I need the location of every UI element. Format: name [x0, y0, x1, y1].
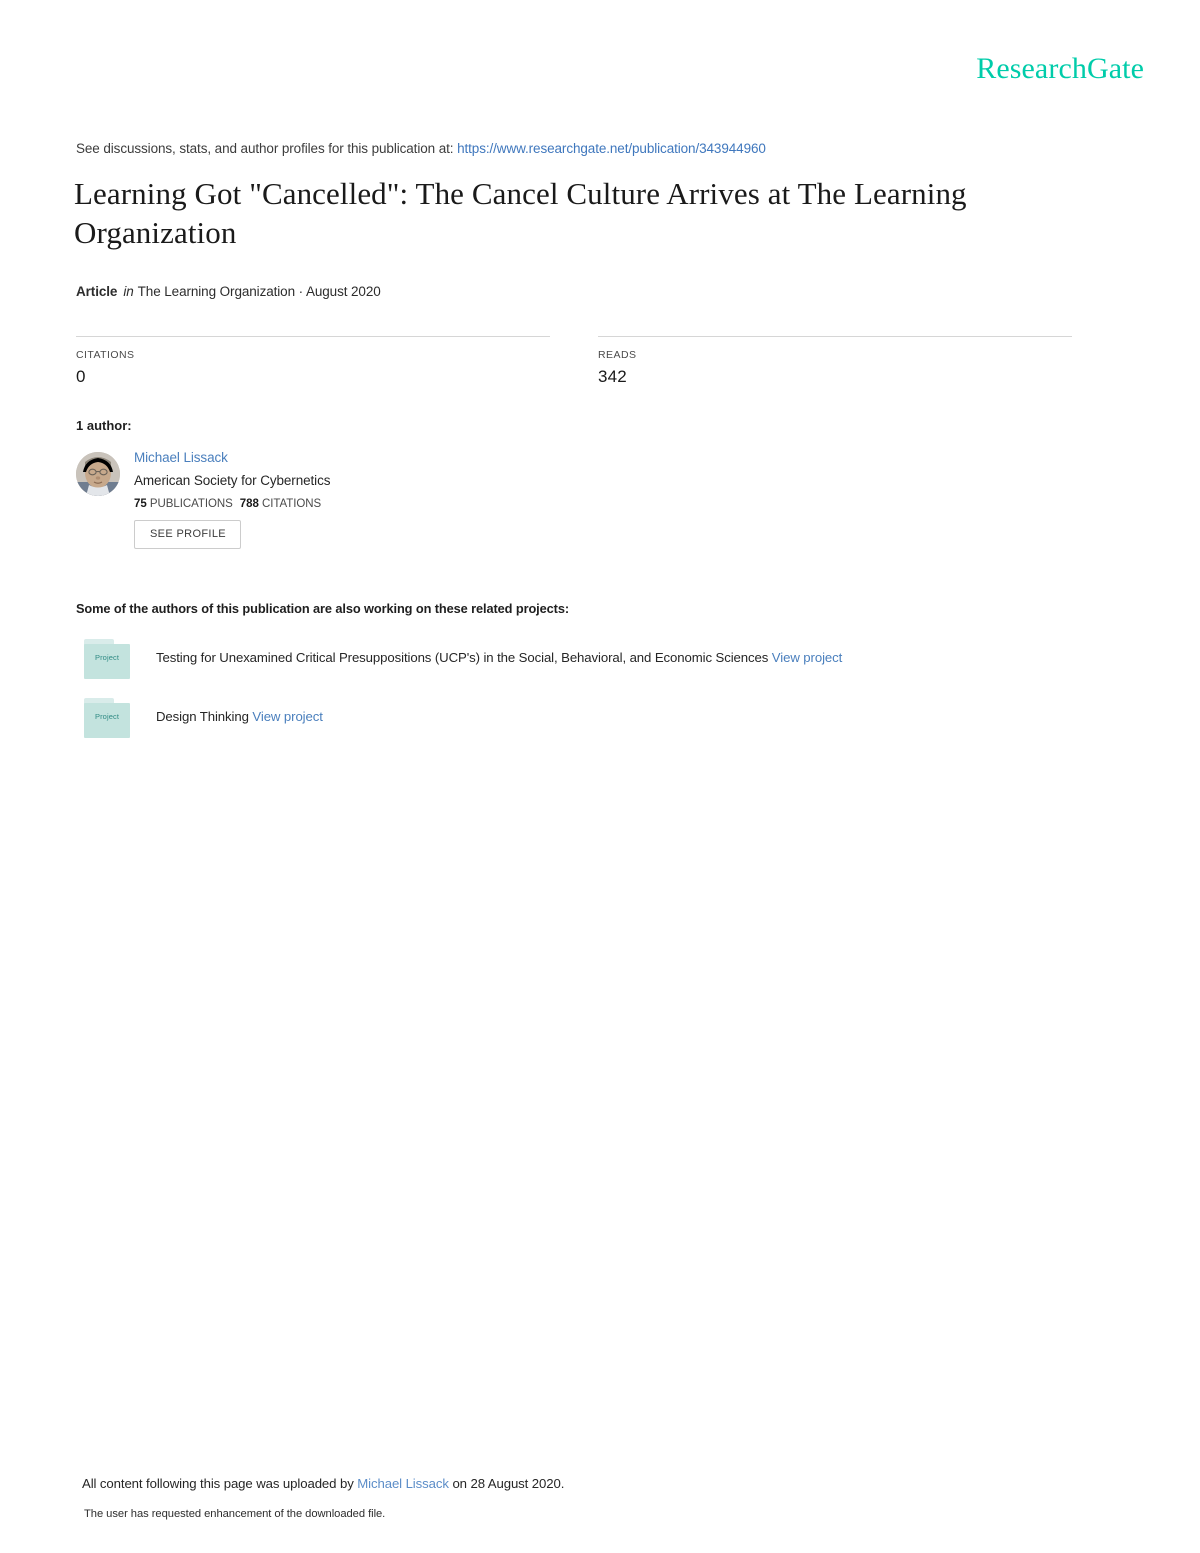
- researchgate-cover-page: ResearchGate See discussions, stats, and…: [0, 0, 1200, 1553]
- author-affiliation: American Society for Cybernetics: [134, 473, 331, 488]
- upload-prefix-text: All content following this page was uplo…: [82, 1476, 354, 1491]
- article-type-label: Article: [76, 284, 118, 299]
- publication-discussion-line: See discussions, stats, and author profi…: [76, 141, 766, 156]
- project-row: Project Design Thinking View project: [76, 698, 1036, 742]
- author-citations-label: CITATIONS: [261, 498, 322, 511]
- project-folder-icon: Project: [84, 698, 130, 738]
- project-folder-icon: Project: [84, 639, 130, 679]
- project-text: Design Thinking View project: [156, 709, 323, 724]
- uploader-name-link[interactable]: Michael Lissack: [357, 1476, 449, 1491]
- publication-url-link[interactable]: https://www.researchgate.net/publication…: [457, 141, 766, 156]
- stat-citations: CITATIONS 0: [76, 336, 550, 387]
- researchgate-logo: ResearchGate: [976, 52, 1144, 85]
- discussion-prefix-text: See discussions, stats, and author profi…: [76, 141, 454, 156]
- project-title: Design Thinking: [156, 709, 249, 724]
- author-stats: 75 PUBLICATIONS 788 CITATIONS: [134, 498, 676, 510]
- stat-divider: [76, 336, 550, 337]
- article-in-word: in: [123, 284, 134, 299]
- avatar: [76, 452, 120, 496]
- article-venue-label: The Learning Organization · August 2020: [137, 284, 381, 299]
- upload-attribution: All content following this page was uplo…: [82, 1476, 564, 1491]
- project-text: Testing for Unexamined Critical Presuppo…: [156, 650, 842, 665]
- article-meta: Article in The Learning Organization · Aug…: [76, 284, 381, 299]
- authors-heading: 1 author:: [76, 418, 132, 433]
- project-row: Project Testing for Unexamined Critical …: [76, 639, 1036, 683]
- author-citations-count: 788: [239, 498, 259, 511]
- enhancement-note: The user has requested enhancement of th…: [84, 1508, 386, 1520]
- author-publications-label: PUBLICATIONS: [149, 498, 233, 511]
- stat-value: 342: [598, 367, 627, 386]
- see-profile-button[interactable]: SEE PROFILE: [134, 520, 241, 550]
- view-project-link[interactable]: View project: [772, 650, 843, 665]
- author-publications-count: 75: [134, 498, 147, 511]
- stat-reads: READS 342: [598, 336, 1072, 387]
- folder-label: Project: [94, 653, 120, 662]
- stat-label: READS: [598, 349, 637, 361]
- upload-suffix-text: on 28 August 2020.: [452, 1476, 565, 1491]
- stat-value: 0: [76, 367, 86, 386]
- author-name-link[interactable]: Michael Lissack: [134, 450, 228, 466]
- author-details: Michael Lissack American Society for Cyb…: [134, 449, 676, 550]
- stat-label: CITATIONS: [76, 349, 135, 361]
- view-project-link[interactable]: View project: [252, 709, 323, 724]
- related-projects-heading: Some of the authors of this publication …: [76, 601, 569, 616]
- author-card: Michael Lissack American Society for Cyb…: [76, 449, 676, 550]
- project-title: Testing for Unexamined Critical Presuppo…: [156, 650, 769, 665]
- page-title: Learning Got "Cancelled": The Cancel Cul…: [74, 176, 967, 251]
- stat-divider: [598, 336, 1072, 337]
- folder-label: Project: [94, 712, 120, 721]
